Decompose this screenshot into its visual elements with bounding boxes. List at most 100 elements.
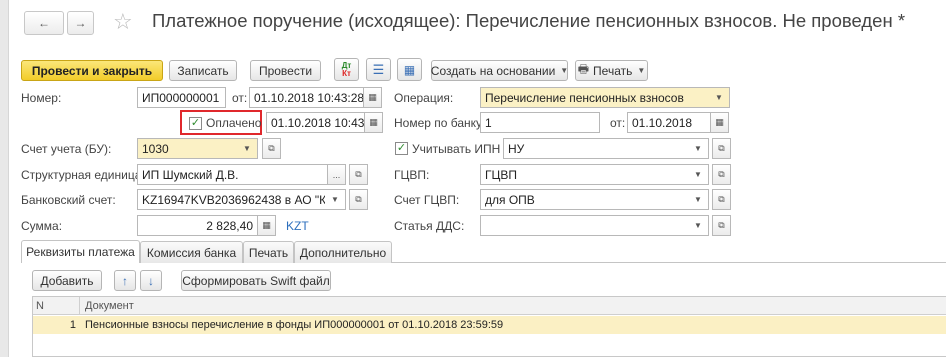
ipn-open-button[interactable]: ⧉ <box>712 138 731 159</box>
calculator-button[interactable]: ▦ <box>257 215 276 236</box>
gcvp-account-open-button[interactable]: ⧉ <box>712 189 731 210</box>
account-open-button[interactable]: ⧉ <box>262 138 281 159</box>
move-down-button[interactable]: ↓ <box>140 270 162 291</box>
arrow-down-icon: ↓ <box>148 273 154 288</box>
chevron-down-icon[interactable]: ▼ <box>237 139 257 158</box>
gcvp-account-value: для ОПВ <box>485 192 535 207</box>
chevron-down-icon: ▼ <box>637 66 646 75</box>
chevron-down-icon[interactable]: ▼ <box>325 190 345 209</box>
add-button[interactable]: Добавить <box>32 270 102 291</box>
bank-account-label: Банковский счет: <box>21 193 116 207</box>
operation-label: Операция: <box>394 91 454 105</box>
bank-account-value: KZ16947KVB2036962438 в АО "КАЗ <box>142 192 342 207</box>
chevron-down-icon[interactable]: ▼ <box>688 165 708 184</box>
currency-link[interactable]: KZT <box>286 219 309 233</box>
paid-checkbox[interactable]: ✓ <box>189 117 202 130</box>
post-button[interactable]: Провести <box>250 60 321 81</box>
chevron-down-icon[interactable]: ▼ <box>688 216 708 235</box>
create-based-on-button[interactable]: Создать на основании ▼ <box>431 60 568 81</box>
structure-button[interactable]: ▦ <box>397 58 422 81</box>
forward-button[interactable]: → <box>67 11 94 35</box>
bank-number-label: Номер по банку: <box>394 116 486 130</box>
checkmark-icon: ✓ <box>396 142 407 154</box>
save-button[interactable]: Записать <box>169 60 237 81</box>
open-icon: ⧉ <box>355 169 362 179</box>
calendar-icon: ▦ <box>368 92 377 102</box>
sum-input[interactable]: 2 828,40 <box>137 215 258 236</box>
bank-number-input[interactable]: 1 <box>480 112 600 133</box>
unit-select-button[interactable]: ... <box>327 164 346 185</box>
dt-kt-button[interactable]: Дт Кт <box>334 58 359 81</box>
chevron-down-icon[interactable]: ▼ <box>709 88 729 107</box>
print-label: Печать <box>593 63 633 78</box>
unit-open-button[interactable]: ⧉ <box>349 164 368 185</box>
calendar-icon: ▦ <box>369 117 378 127</box>
gcvp-label: ГЦВП: <box>394 168 430 182</box>
printer-icon: 🖶 <box>577 62 590 76</box>
favorite-star-icon[interactable]: ☆ <box>113 9 133 35</box>
paid-date-input[interactable]: 01.10.2018 10:43:2 <box>266 112 365 133</box>
tab-payment-details[interactable]: Реквизиты платежа <box>21 240 140 263</box>
create-swift-file-button[interactable]: Сформировать Swift файл <box>181 270 331 291</box>
bank-date-calendar-button[interactable]: ▦ <box>710 112 729 133</box>
post-and-close-button[interactable]: Провести и закрыть <box>21 60 163 81</box>
gcvp-value: ГЦВП <box>485 167 518 182</box>
list-icon: ☰ <box>372 61 385 77</box>
bank-account-select[interactable]: KZ16947KVB2036962438 в АО "КАЗ ▼ <box>137 189 346 210</box>
ellipsis-icon: ... <box>332 169 341 180</box>
dds-open-button[interactable]: ⧉ <box>712 215 731 236</box>
unit-label: Структурная единица: <box>21 168 145 182</box>
gcvp-open-button[interactable]: ⧉ <box>712 164 731 185</box>
chevron-down-icon[interactable]: ▼ <box>688 190 708 209</box>
open-icon: ⧉ <box>355 194 362 204</box>
calculator-icon: ▦ <box>262 220 271 230</box>
tab-additional[interactable]: Дополнительно <box>294 241 392 263</box>
page-title: Платежное поручение (исходящее): Перечис… <box>152 10 906 31</box>
operation-select[interactable]: Перечисление пенсионных взносов ▼ <box>480 87 730 108</box>
tab-print[interactable]: Печать <box>243 241 294 263</box>
tab-bank-commission[interactable]: Комиссия банка <box>140 241 243 263</box>
number-input[interactable]: ИП000000001 <box>137 87 226 108</box>
bank-account-open-button[interactable]: ⧉ <box>349 189 368 210</box>
account-label: Счет учета (БУ): <box>21 142 112 156</box>
dt-kt-icon: Дт Кт <box>341 60 352 78</box>
calendar-icon: ▦ <box>715 117 724 127</box>
chevron-down-icon[interactable]: ▼ <box>688 139 708 158</box>
date-calendar-button[interactable]: ▦ <box>363 87 382 108</box>
open-icon: ⧉ <box>718 194 725 204</box>
back-button[interactable]: ← <box>24 11 64 35</box>
open-icon: ⧉ <box>718 169 725 179</box>
row-document: Пенсионные взносы перечисление в фонды И… <box>85 319 504 331</box>
open-icon: ⧉ <box>268 143 275 153</box>
arrow-left-icon: ← <box>38 16 50 30</box>
column-header-document[interactable]: Документ <box>85 297 134 315</box>
bank-date-input[interactable]: 01.10.2018 <box>627 112 711 133</box>
gcvp-account-label: Счет ГЦВП: <box>394 193 460 207</box>
chevron-down-icon: ▼ <box>560 66 569 75</box>
table-header: N Документ <box>33 297 946 315</box>
print-button[interactable]: 🖶 Печать ▼ <box>575 60 648 81</box>
ipn-checkbox[interactable]: ✓ <box>395 142 408 155</box>
dds-select[interactable]: ▼ <box>480 215 709 236</box>
table-row[interactable]: 1 Пенсионные взносы перечисление в фонды… <box>33 316 946 334</box>
arrow-up-icon: ↑ <box>122 273 128 288</box>
ipn-select[interactable]: НУ ▼ <box>503 138 709 159</box>
sum-label: Сумма: <box>21 219 63 233</box>
paid-date-calendar-button[interactable]: ▦ <box>364 112 383 133</box>
number-label: Номер: <box>21 91 62 105</box>
gcvp-account-select[interactable]: для ОПВ ▼ <box>480 189 709 210</box>
date-input[interactable]: 01.10.2018 10:43:28 <box>249 87 364 108</box>
account-select[interactable]: 1030 ▼ <box>137 138 258 159</box>
open-icon: ⧉ <box>718 143 725 153</box>
unit-input[interactable]: ИП Шумский Д.В. <box>137 164 328 185</box>
column-divider <box>79 297 80 315</box>
list-button[interactable]: ☰ <box>366 58 391 81</box>
open-icon: ⧉ <box>718 220 725 230</box>
dds-label: Статья ДДС: <box>394 219 465 233</box>
row-number: 1 <box>69 319 76 331</box>
move-up-button[interactable]: ↑ <box>114 270 136 291</box>
ipn-label: Учитывать ИПН <box>412 142 501 156</box>
gcvp-select[interactable]: ГЦВП ▼ <box>480 164 709 185</box>
column-header-n[interactable]: N <box>36 297 76 315</box>
documents-table: N Документ 1 Пенсионные взносы перечисле… <box>32 296 946 357</box>
